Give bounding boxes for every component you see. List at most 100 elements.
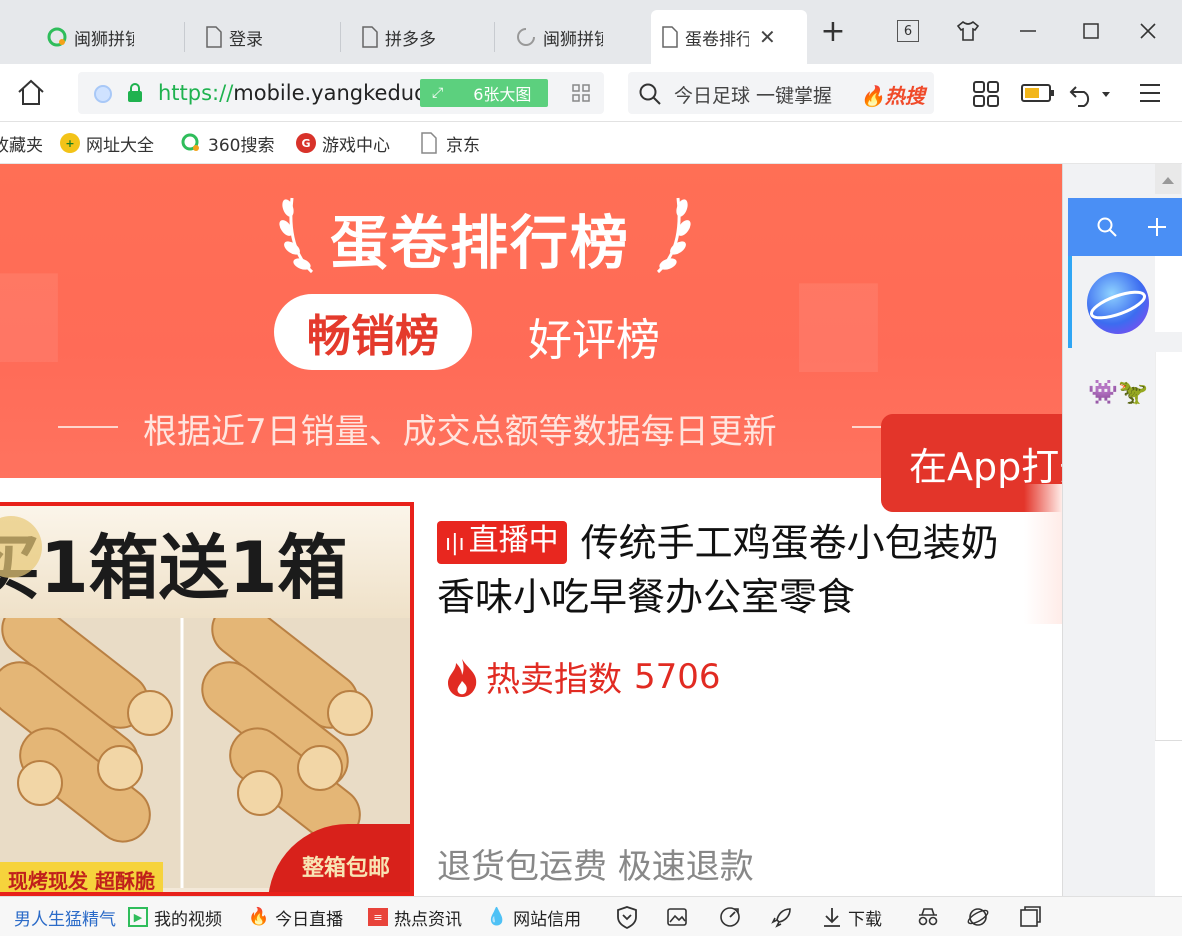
hot-index-value: 5706 [634,656,721,697]
status-news[interactable]: ≡ 热点资讯 [368,906,462,930]
tab-bestseller-label: 畅销榜 [307,311,439,362]
hot-search-badge[interactable]: 🔥热搜 [860,80,925,109]
panel-active-indicator [1068,256,1072,348]
window-icon[interactable] [1018,905,1042,929]
tab-title: 拼多多 [385,29,436,50]
panel-scroll-top[interactable] [1155,164,1181,194]
banner-title: 蛋卷排行榜 [330,209,631,277]
scroll-up-icon [1162,177,1174,184]
tab-1[interactable]: 闽狮拼镇 [36,10,184,64]
ie-compat-icon[interactable] [966,905,990,929]
bookmark-jd[interactable]: 京东 [420,131,480,156]
minimize-button[interactable] [1013,16,1043,46]
bookmark-label: 收藏夹 [0,135,43,156]
qrcode-button[interactable] [572,84,590,106]
tab-count: 6 [897,20,919,42]
site-info-icon[interactable] [94,85,112,103]
tab-bestseller[interactable]: 畅销榜 [274,294,472,370]
video-icon: ▶ [128,907,148,927]
image-icon[interactable] [666,906,688,928]
page-icon [206,26,222,48]
panel-list-bottom [1155,740,1182,896]
search-placeholder: 今日足球 一键掌握 [674,85,833,107]
side-panel: 👾🦖 [1062,164,1182,896]
close-window-button[interactable] [1133,16,1163,46]
home-button[interactable] [16,78,46,110]
bookmark-game-center[interactable]: G 游戏中心 [296,131,390,156]
big-image-button[interactable]: ⤢ 6张大图 [420,79,548,107]
tab-good-review[interactable]: 好评榜 [528,304,660,368]
maximize-icon [1083,23,1099,39]
tab-title: 闽狮拼镇 [543,29,603,50]
360-icon [181,133,199,151]
hot-search-label: 热搜 [884,84,925,108]
undo-button[interactable] [1068,81,1112,111]
panel-header [1068,198,1182,256]
side-gradient [1024,484,1062,624]
apps-button[interactable] [972,80,1000,112]
maximize-button[interactable] [1076,16,1106,46]
battery-button[interactable] [1021,82,1055,108]
home-icon [18,79,44,105]
hot-sale-index: 热卖指数 5706 [444,652,721,701]
lock-icon [128,83,142,102]
shield-icon[interactable] [616,905,638,929]
divider-left [58,426,118,428]
tab-2[interactable]: 登录 [195,10,341,64]
status-my-video[interactable]: ▶ 我的视频 [128,906,222,930]
bookmark-360-search[interactable]: 360搜索 [180,131,274,156]
qrcode-icon [572,84,590,102]
skin-button[interactable] [953,16,983,46]
bookmark-url-navigator[interactable]: + 网址大全 [60,131,154,156]
open-in-app-label: 在App打开 [909,444,1062,489]
tab-title: 闽狮拼镇 [74,29,134,50]
game-icon: G [296,133,316,153]
address-toolbar: https://mobile.yangkeduo ⤢ 6张大图 今日足球 一键掌… [0,64,1182,122]
big-image-label: 6张大图 [473,85,532,104]
bookmarks-bar: 收藏夹 + 网址大全 360搜索 G 游戏中心 京东 [0,122,1182,164]
panel-content-strip [1155,256,1182,332]
promo-headline: 买1箱送1箱 [0,506,410,618]
product-title[interactable]: ı|ı 直播中 传统手工鸡蛋卷小包装奶香味小吃早餐办公室零食 [437,516,1017,624]
panel-list [1155,352,1182,742]
tab-5-active[interactable]: 蛋卷排行 ✕ [651,10,807,64]
search-field[interactable]: 今日足球 一键掌握 🔥热搜 [628,72,934,114]
loading-icon [517,28,535,46]
live-icon: ı|ı [445,531,465,556]
status-link-label: 下载 [848,909,882,930]
incognito-icon[interactable] [916,905,940,929]
product-image[interactable]: 买1箱送1箱 现烤现发 超酥脆 整箱包邮 [0,502,414,896]
rocket-icon[interactable] [770,905,794,929]
menu-button[interactable] [1138,82,1162,108]
plus-circle-icon: + [60,133,80,153]
search-icon[interactable] [1096,216,1118,238]
planet-app-icon[interactable] [1087,272,1149,334]
status-live[interactable]: 🔥 今日直播 [248,906,343,930]
status-link-ad[interactable]: 男人生猛精气 [14,906,116,930]
url-scheme: https:// [158,81,234,105]
minimize-icon [1020,30,1036,32]
plus-icon[interactable] [1146,216,1168,238]
new-tab-button[interactable]: + [818,14,848,49]
status-bar: 男人生猛精气 ▶ 我的视频 🔥 今日直播 ≡ 热点资讯 💧 网站信用 下载 [0,896,1182,936]
tab-3[interactable]: 拼多多 [351,10,497,64]
status-site-credit[interactable]: 💧 网站信用 [486,906,581,930]
hot-index-label: 热卖指数 [486,660,622,700]
promo-badge-left: 现烤现发 超酥脆 [0,862,163,892]
tab-count-button[interactable]: 6 [893,16,923,46]
live-badge: ı|ı 直播中 [437,521,567,564]
tab-4[interactable]: 闽狮拼镇 [505,10,645,64]
banner-watermark-right: ▆ [800,254,877,371]
status-download[interactable]: 下载 [822,906,882,930]
page-icon [662,26,678,48]
news-icon: ≡ [368,908,388,926]
close-tab-icon[interactable]: ✕ [759,25,776,49]
speed-icon[interactable] [718,905,742,929]
mascot-icon[interactable]: 👾🦖 [1085,378,1151,414]
bookmark-favorites[interactable]: 收藏夹 [0,131,43,156]
360-icon [47,27,67,47]
tab-title: 登录 [229,29,263,50]
url-field[interactable]: https://mobile.yangkeduo ⤢ 6张大图 [78,72,604,114]
status-link-label: 男人生猛精气 [14,909,116,930]
undo-icon [1069,86,1110,107]
